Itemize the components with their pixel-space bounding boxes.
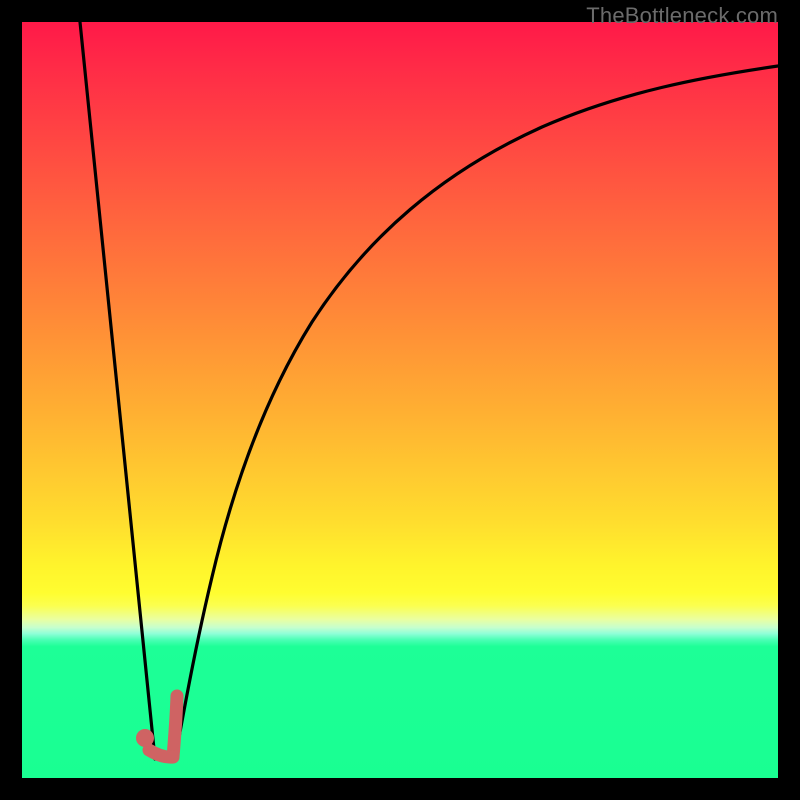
watermark-text: TheBottleneck.com: [586, 3, 778, 29]
tick-mark-vertical: [173, 696, 177, 757]
curve-left-descent: [80, 22, 155, 759]
tick-mark-horizontal: [149, 750, 173, 757]
curve-right-ascent: [175, 66, 778, 759]
plot-area: [22, 22, 778, 778]
valley-dot-icon: [136, 729, 154, 747]
chart-curves-svg: [22, 22, 778, 778]
